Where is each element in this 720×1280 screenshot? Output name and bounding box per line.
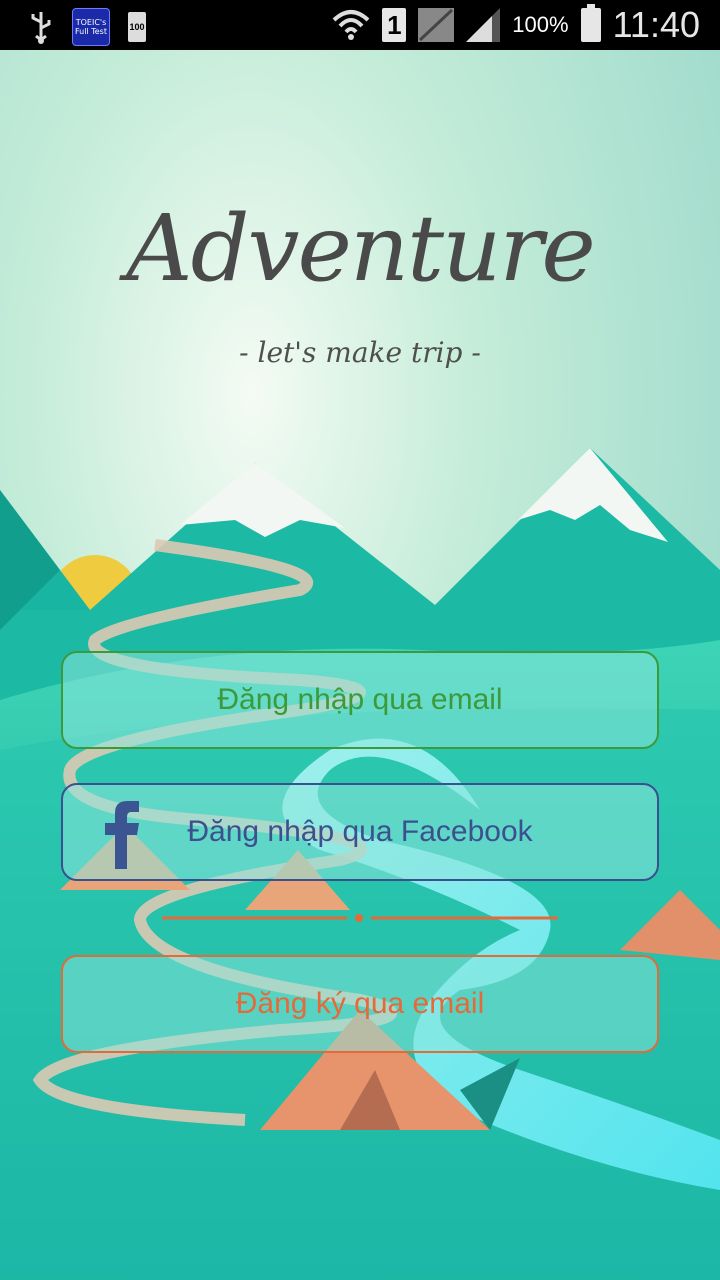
login-email-button[interactable]: Đăng nhập qua email (61, 651, 659, 749)
login-email-label: Đăng nhập qua email (217, 683, 503, 716)
app-title: Adventure (126, 195, 596, 302)
battery-notification-icon: 100 (128, 12, 146, 42)
no-signal-icon (418, 8, 455, 42)
login-facebook-button[interactable]: Đăng nhập qua Facebook (61, 783, 659, 881)
facebook-icon (105, 801, 139, 869)
usb-icon (31, 12, 51, 44)
battery-icon (580, 4, 601, 42)
app-icon-line2: Full Test (75, 27, 107, 36)
sim-slot-icon: 1 (382, 8, 407, 42)
register-email-label: Đăng ký qua email (235, 987, 485, 1020)
divider (162, 914, 558, 922)
app-icon-line1: TOEIC's (75, 18, 107, 27)
wifi-icon (332, 10, 370, 40)
login-facebook-label: Đăng nhập qua Facebook (187, 815, 533, 848)
status-bar: TOEIC's Full Test 100 1 100% 11:40 (0, 0, 720, 50)
clock: 11:40 (612, 4, 700, 45)
battery-percent: 100% (512, 12, 569, 37)
toeic-app-icon: TOEIC's Full Test (72, 8, 110, 46)
app-tagline: - let's make trip - (239, 336, 481, 369)
signal-strength-icon (466, 8, 501, 42)
register-email-button[interactable]: Đăng ký qua email (61, 955, 659, 1053)
